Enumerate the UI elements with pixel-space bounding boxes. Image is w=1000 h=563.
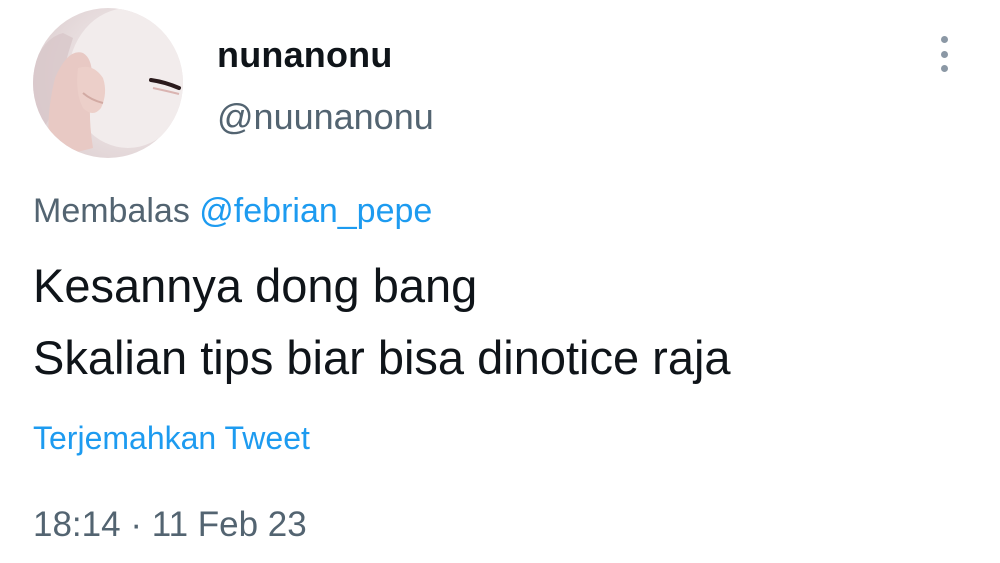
tweet-card: nunanonu @nuunanonu Membalas @febrian_pe… [0, 0, 1000, 563]
reply-prefix: Membalas [33, 192, 190, 230]
user-handle[interactable]: @nuunanonu [217, 96, 434, 138]
tweet-timestamp[interactable]: 18:14 · 11 Feb 23 [33, 505, 307, 545]
tweet-text: Kesannya dong bang Skalian tips biar bis… [33, 250, 731, 394]
reply-context: Membalas @febrian_pepe [33, 192, 432, 231]
reply-mention-link[interactable]: @febrian_pepe [199, 192, 432, 230]
tweet-date: 11 Feb 23 [151, 505, 307, 544]
avatar-image [33, 8, 183, 158]
more-vertical-icon [940, 36, 948, 43]
more-vertical-icon-dot [940, 65, 948, 72]
tweet-time: 18:14 [33, 505, 121, 544]
tweet-text-line: Skalian tips biar bisa dinotice raja [33, 331, 731, 384]
display-name[interactable]: nunanonu [217, 34, 393, 76]
more-vertical-icon-dot [940, 50, 948, 58]
more-options-button[interactable] [928, 30, 960, 78]
avatar[interactable] [33, 8, 183, 158]
translate-tweet-link[interactable]: Terjemahkan Tweet [33, 420, 310, 457]
tweet-text-line: Kesannya dong bang [33, 259, 478, 312]
timestamp-separator: · [130, 505, 142, 544]
